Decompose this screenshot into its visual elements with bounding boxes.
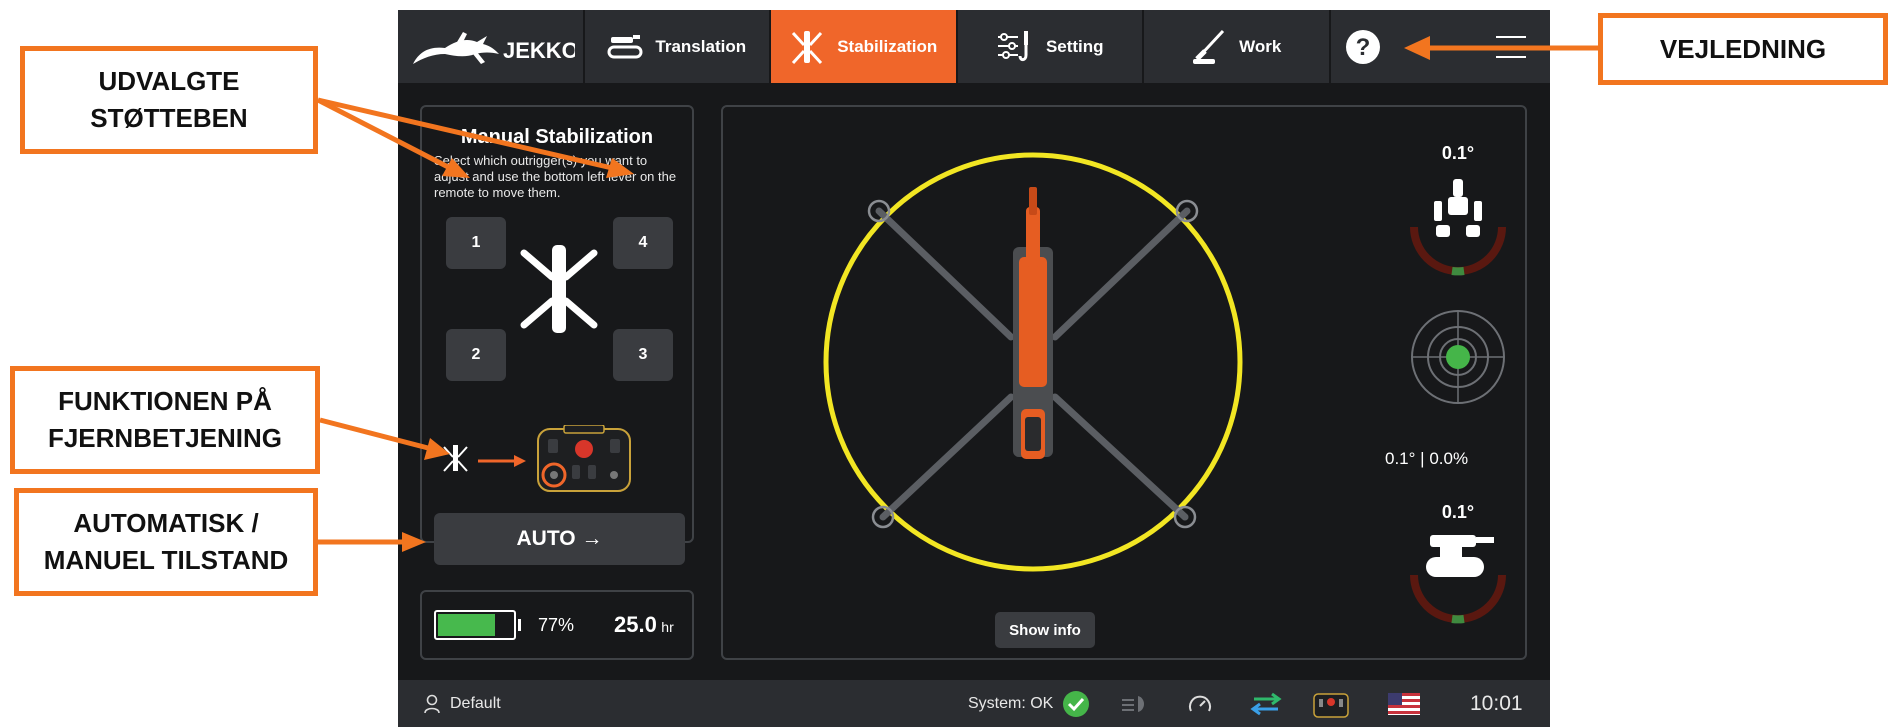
callout-arrows bbox=[316, 36, 1598, 552]
